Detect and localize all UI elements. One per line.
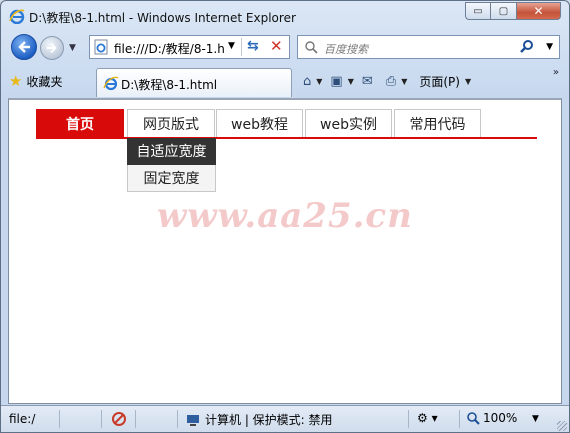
search-provider-icon [305, 41, 318, 54]
nav-item-home[interactable]: 首页 [36, 109, 124, 138]
nav-underline [36, 137, 537, 139]
zoom-control[interactable]: 100% [466, 411, 517, 425]
nav-item-web-tutorials[interactable]: web教程 [216, 109, 303, 138]
search-box[interactable]: 百度搜索 ▼ [297, 35, 560, 59]
status-bar: file:/ 计算机 | 保护模式: 禁用 ⚙ ▾ 100% ▼ [1, 405, 569, 432]
refresh-icon[interactable]: ⇆ [247, 38, 259, 54]
nav-item-common-code[interactable]: 常用代码 [394, 109, 481, 138]
address-dropdown-icon[interactable]: ▼ [228, 41, 235, 51]
status-divider [408, 410, 409, 428]
resize-grip[interactable] [557, 421, 567, 431]
ie-logo-icon [9, 9, 25, 24]
security-zone[interactable]: 计算机 | 保护模式: 禁用 [185, 411, 333, 428]
print-dropdown[interactable]: ▼ [401, 77, 407, 86]
status-divider [101, 410, 102, 428]
command-bar: ★ 收藏夹 D:\教程\8-1.html ⌂ ▼ ▣ ▼ ✉ ⎙ ▼ 页面(P) ▼ » [1, 65, 569, 97]
maximize-icon: ▢ [498, 5, 509, 17]
minimize-button[interactable]: ▭ [465, 2, 491, 20]
close-icon: ✕ [533, 4, 544, 18]
page-menu-dropdown[interactable]: ▼ [465, 77, 471, 86]
favorites-label: 收藏夹 [26, 74, 63, 89]
zone-text: 计算机 | 保护模式: 禁用 [205, 413, 333, 427]
home-dropdown[interactable]: ▼ [316, 77, 322, 86]
window-controls: ▭ ▢ ✕ [465, 2, 561, 22]
arrow-right-icon [46, 43, 57, 53]
search-icon[interactable] [519, 39, 535, 55]
feeds-dropdown[interactable]: ▼ [348, 77, 354, 86]
toolbar-overflow-icon[interactable]: » [553, 67, 559, 78]
mail-icon[interactable]: ✉ [362, 74, 373, 89]
nav-item-layouts[interactable]: 网页版式 [127, 109, 215, 138]
address-divider [241, 38, 242, 56]
feeds-icon[interactable]: ▣ [330, 74, 342, 89]
close-button[interactable]: ✕ [517, 2, 561, 20]
browser-window: D:\教程\8-1.html - Windows Internet Explor… [0, 0, 570, 433]
command-tools: ⌂ ▼ ▣ ▼ ✉ ⎙ ▼ 页面(P) ▼ [303, 71, 479, 91]
page-icon [103, 76, 119, 91]
status-divider [59, 410, 60, 428]
star-icon: ★ [9, 72, 23, 90]
title-bar: D:\教程\8-1.html - Windows Internet Explor… [1, 1, 569, 31]
back-button[interactable] [11, 34, 37, 60]
protected-mode-icon[interactable]: ⚙ ▾ [417, 411, 438, 425]
arrow-left-icon [18, 41, 30, 53]
tab-title: D:\教程\8-1.html [121, 78, 218, 92]
minimize-icon: ▭ [473, 5, 483, 17]
status-text: file:/ [9, 412, 36, 426]
status-divider [177, 410, 178, 428]
forward-button[interactable] [40, 36, 64, 60]
page-icon [94, 39, 108, 55]
nav-submenu: 自适应宽度 固定宽度 [127, 138, 216, 192]
zoom-level: 100% [483, 411, 518, 425]
nav-item-web-examples[interactable]: web实例 [305, 109, 392, 138]
computer-icon [187, 414, 199, 426]
watermark: www.aa25.cn [157, 196, 413, 236]
print-icon[interactable]: ⎙ [386, 74, 396, 89]
recent-pages-dropdown[interactable]: ▼ [69, 43, 76, 53]
navigation-bar: ▼ file:///D:/教程/8-1.html ▼ ⇆ ✕ 百度搜索 ▼ [1, 31, 569, 65]
status-divider [459, 410, 460, 428]
popup-blocked-icon[interactable] [111, 411, 127, 427]
zoom-dropdown[interactable]: ▼ [532, 414, 539, 424]
search-input[interactable]: 百度搜索 [324, 41, 368, 57]
stop-icon[interactable]: ✕ [270, 37, 283, 55]
address-input[interactable]: file:///D:/教程/8-1.html [114, 40, 224, 57]
submenu-item-fluid-width[interactable]: 自适应宽度 [127, 138, 216, 165]
page-content: 首页 网页版式 web教程 web实例 常用代码 自适应宽度 固定宽度 www.… [8, 98, 562, 404]
submenu-item-fixed-width[interactable]: 固定宽度 [127, 165, 216, 192]
address-bar[interactable]: file:///D:/教程/8-1.html ▼ ⇆ ✕ [89, 35, 290, 59]
favorites-button[interactable]: ★ 收藏夹 [9, 70, 62, 92]
status-divider [135, 410, 136, 428]
zoom-icon [467, 412, 480, 425]
browser-tab[interactable]: D:\教程\8-1.html [96, 68, 292, 97]
page-menu[interactable]: 页面(P) [419, 73, 460, 90]
window-title: D:\教程\8-1.html - Windows Internet Explor… [29, 11, 296, 25]
maximize-button[interactable]: ▢ [491, 2, 517, 20]
search-options-dropdown[interactable]: ▼ [546, 42, 553, 52]
home-icon[interactable]: ⌂ [303, 74, 311, 89]
